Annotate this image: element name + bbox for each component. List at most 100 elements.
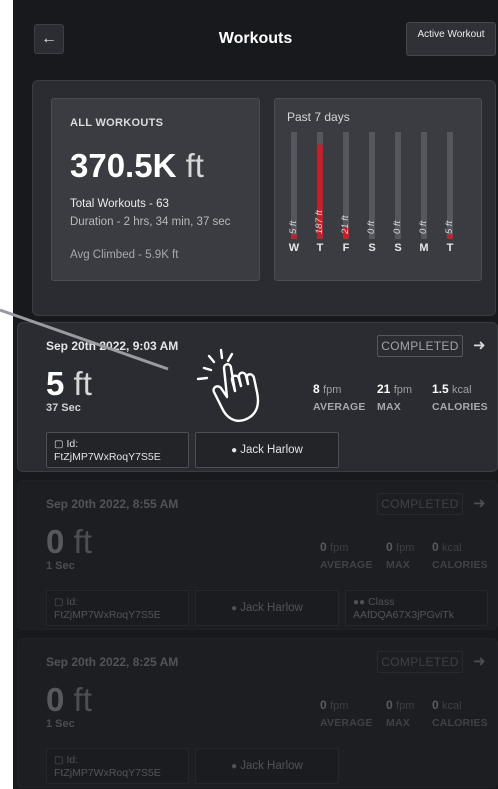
- device-icon: ▢: [54, 439, 64, 450]
- workout-feet-value: 5: [46, 365, 65, 402]
- workout-feet-unit: ft: [73, 523, 92, 560]
- stat-average-value: 8: [313, 382, 320, 396]
- user-icon: ●: [231, 761, 238, 772]
- week-bar-value: 0 ft: [366, 220, 377, 234]
- user-chip[interactable]: ● Jack Harlow: [195, 432, 339, 468]
- class-label: Class: [368, 596, 395, 608]
- workout-id-chip[interactable]: ▢ Id: FtZjMP7WxRoqY7S5E: [46, 748, 189, 784]
- stat-max-value: 0: [386, 698, 393, 712]
- workout-date: Sep 20th 2022, 9:03 AM: [46, 339, 179, 353]
- week-bar: 0 ft S: [392, 132, 403, 254]
- workout-feet-unit: ft: [73, 365, 92, 402]
- stat-calories: 0 kcal CALORIES: [432, 698, 488, 729]
- week-bar: 0 ft M: [418, 132, 429, 254]
- stat-average: 8 fpm AVERAGE: [313, 382, 365, 413]
- group-icon: ●●: [353, 597, 366, 608]
- workout-feet-value: 0: [46, 523, 65, 560]
- stat-max-label: MAX: [386, 717, 410, 729]
- past-7-days-title: Past 7 days: [287, 110, 350, 124]
- all-workouts-label: ALL WORKOUTS: [70, 117, 164, 129]
- user-icon: ●: [231, 603, 238, 614]
- total-feet-value: 370.5K: [70, 147, 177, 184]
- week-bar: 5 ft W: [288, 132, 300, 254]
- workout-seconds: 1 Sec: [46, 560, 75, 572]
- stat-average-unit: fpm: [330, 542, 349, 554]
- stat-max-value: 0: [386, 540, 393, 554]
- workout-id-chip[interactable]: ▢ Id: FtZjMP7WxRoqY7S5E: [46, 590, 189, 626]
- user-chip[interactable]: ● Jack Harlow: [195, 590, 339, 626]
- week-bar-day: F: [342, 242, 350, 254]
- summary-panel: ALL WORKOUTS 370.5K ft Total Workouts - …: [32, 80, 496, 316]
- user-name: Jack Harlow: [240, 444, 303, 456]
- arrow-right-icon[interactable]: ➜: [473, 494, 486, 512]
- stat-calories-unit: kcal: [442, 542, 462, 554]
- stat-calories-value: 0: [432, 698, 439, 712]
- workout-feet: 5 ft: [46, 365, 92, 403]
- stat-average-label: AVERAGE: [320, 559, 373, 571]
- workout-id-value: FtZjMP7WxRoqY7S5E: [54, 451, 161, 463]
- workout-feet-value: 0: [46, 681, 65, 718]
- status-badge: COMPLETED: [377, 651, 463, 673]
- week-bar: 5 ft T: [444, 132, 455, 254]
- week-bar-day: W: [288, 242, 300, 254]
- workout-id-label: Id:: [66, 596, 79, 608]
- arrow-right-icon[interactable]: ➜: [473, 336, 486, 354]
- week-bar-fill: [291, 235, 297, 239]
- stat-calories: 1.5 kcal CALORIES: [432, 382, 488, 413]
- stat-calories-label: CALORIES: [432, 559, 488, 571]
- week-bar-day: T: [446, 242, 454, 254]
- workout-feet-unit: ft: [73, 681, 92, 718]
- stat-calories-value: 0: [432, 540, 439, 554]
- week-bar-value: 5 ft: [444, 220, 455, 234]
- week-bar-day: M: [419, 242, 429, 254]
- workout-date: Sep 20th 2022, 8:25 AM: [46, 655, 179, 669]
- user-name: Jack Harlow: [240, 760, 303, 772]
- stat-max-label: MAX: [377, 401, 401, 413]
- week-bar-day: S: [368, 242, 376, 254]
- active-workout-label: Active Workout: [417, 29, 485, 40]
- total-duration: Duration - 2 hrs, 34 min, 37 sec: [70, 216, 231, 228]
- workout-id-value: FtZjMP7WxRoqY7S5E: [54, 767, 161, 779]
- week-bar-value: 187 ft: [314, 210, 325, 234]
- stat-average: 0 fpm AVERAGE: [320, 698, 372, 729]
- status-badge: COMPLETED: [377, 493, 463, 515]
- week-bar: 0 ft S: [366, 132, 377, 254]
- workout-id-label: Id:: [66, 754, 79, 766]
- stat-max: 0 fpm MAX: [386, 540, 415, 571]
- stat-average: 0 fpm AVERAGE: [320, 540, 372, 571]
- user-chip[interactable]: ● Jack Harlow: [195, 748, 339, 784]
- stat-max-unit: fpm: [396, 700, 415, 712]
- week-bar-day: S: [394, 242, 402, 254]
- workout-id-chip[interactable]: ▢ Id: FtZjMP7WxRoqY7S5E: [46, 432, 189, 468]
- week-bar: 21 ft F: [340, 132, 351, 254]
- stat-calories-unit: kcal: [452, 384, 472, 396]
- stat-average-label: AVERAGE: [313, 401, 366, 413]
- class-chip[interactable]: ●● Class AAfDQA67X3jPGviTk: [345, 590, 488, 626]
- stat-calories-label: CALORIES: [432, 717, 488, 729]
- stat-average-unit: fpm: [330, 700, 349, 712]
- week-bar-fill: [447, 235, 453, 239]
- workout-card[interactable]: Sep 20th 2022, 8:55 AM COMPLETED ➜ 0 ft …: [17, 480, 498, 630]
- stat-calories-label: CALORIES: [432, 401, 488, 413]
- avg-climbed: Avg Climbed - 5.9K ft: [70, 249, 179, 261]
- week-bar-value: 5 ft: [288, 220, 299, 234]
- workout-date: Sep 20th 2022, 8:55 AM: [46, 497, 179, 511]
- stat-max: 21 fpm MAX: [377, 382, 412, 413]
- device-icon: ▢: [54, 755, 64, 766]
- arrow-right-icon[interactable]: ➜: [473, 652, 486, 670]
- workout-id-value: FtZjMP7WxRoqY7S5E: [54, 609, 161, 621]
- workout-card[interactable]: Sep 20th 2022, 8:25 AM COMPLETED ➜ 0 ft …: [17, 638, 498, 788]
- stat-calories: 0 kcal CALORIES: [432, 540, 488, 571]
- active-workout-button[interactable]: Active Workout: [406, 22, 496, 56]
- stat-calories-unit: kcal: [442, 700, 462, 712]
- past-7-days-card: Past 7 days 5 ft W 187 ft T 21 ft F 0 ft S 0 ft S…: [274, 98, 482, 281]
- stat-max-unit: fpm: [396, 542, 415, 554]
- status-badge: COMPLETED: [377, 335, 463, 357]
- tap-hand-icon: [196, 348, 260, 422]
- stat-max: 0 fpm MAX: [386, 698, 415, 729]
- workout-feet: 0 ft: [46, 523, 92, 561]
- class-value: AAfDQA67X3jPGviTk: [353, 609, 454, 621]
- workout-seconds: 37 Sec: [46, 402, 81, 414]
- user-icon: ●: [231, 445, 238, 456]
- week-bar-value: 21 ft: [340, 215, 351, 235]
